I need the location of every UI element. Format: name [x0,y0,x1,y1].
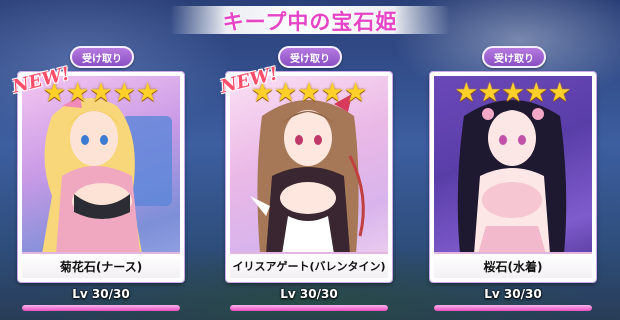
character-card-1[interactable]: 受け取り ★★★★★ 菊花石(ナース) NEW! Lv 30/30 [10,46,184,316]
level-progress-fill [22,305,180,311]
character-card-3[interactable]: 受け取り ★★★★★ 桜石(水着) Lv 30/30 [430,46,596,316]
character-portrait[interactable]: ★★★★★ 桜石(水着) [430,72,596,282]
level-text: Lv 30/30 [484,287,542,301]
character-portrait[interactable]: ★★★★★ イリスアゲート(バレンタイン) [226,72,392,282]
character-card-2[interactable]: 受け取り ★★★★★ イリスアゲート(バレンタイン) NEW! Lv 30/30 [218,46,392,316]
level-progress-track [434,305,592,311]
receive-button[interactable]: 受け取り [482,46,546,68]
header: キープ中の宝石姫 [0,4,620,38]
receive-button[interactable]: 受け取り [278,46,342,68]
level-progress-track [230,305,388,311]
level-display: Lv 30/30 [18,286,184,314]
rarity-stars: ★★★★★ [454,78,572,108]
level-display: Lv 30/30 [226,286,392,314]
receive-button[interactable]: 受け取り [70,46,134,68]
level-progress-fill [434,305,592,311]
page-title: キープ中の宝石姫 [222,10,398,34]
character-name: イリスアゲート(バレンタイン) [230,252,388,278]
character-name: 菊花石(ナース) [22,252,180,278]
level-text: Lv 30/30 [72,287,130,301]
level-display: Lv 30/30 [430,286,596,314]
level-progress-fill [230,305,388,311]
character-portrait[interactable]: ★★★★★ 菊花石(ナース) [18,72,184,282]
level-text: Lv 30/30 [280,287,338,301]
level-progress-track [22,305,180,311]
character-name: 桜石(水着) [434,252,592,278]
